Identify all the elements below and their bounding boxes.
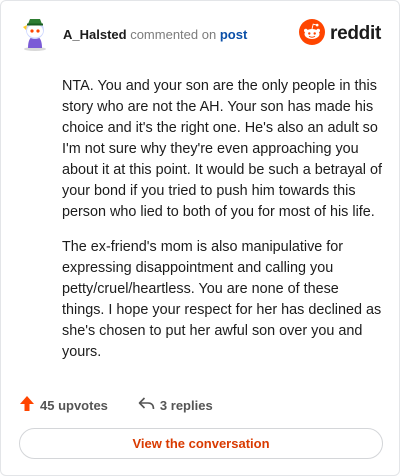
- username-link[interactable]: A_Halsted: [63, 27, 127, 42]
- post-link[interactable]: post: [220, 27, 247, 42]
- reddit-snoo-icon: [299, 18, 326, 50]
- comment-meta: A_Halsted commented on post: [63, 27, 247, 42]
- comment-body: NTA. You and your son are the only peopl…: [62, 76, 382, 377]
- action-text: commented on: [130, 27, 217, 42]
- reddit-logo[interactable]: reddit: [299, 18, 381, 50]
- upvote-count[interactable]: 45 upvotes: [19, 395, 108, 415]
- view-conversation-button[interactable]: View the conversation: [19, 428, 383, 459]
- comment-paragraph: The ex-friend's mom is also manipulative…: [62, 239, 382, 360]
- comment-embed-card: A_Halsted commented on post reddit NTA. …: [0, 0, 400, 476]
- replies-label: 3 replies: [159, 397, 213, 413]
- upvote-arrow-icon: [19, 395, 35, 415]
- reply-count[interactable]: 3 replies: [138, 396, 213, 414]
- reddit-wordmark: reddit: [330, 23, 381, 44]
- comment-paragraph: NTA. You and your son are the only peopl…: [62, 78, 382, 220]
- user-avatar[interactable]: [19, 15, 51, 51]
- reply-arrow-icon: [138, 396, 155, 414]
- comment-footer: 45 upvotes 3 replies: [19, 393, 213, 417]
- upvotes-label: 45 upvotes: [40, 397, 108, 413]
- comment-header: A_Halsted commented on post reddit: [19, 15, 383, 53]
